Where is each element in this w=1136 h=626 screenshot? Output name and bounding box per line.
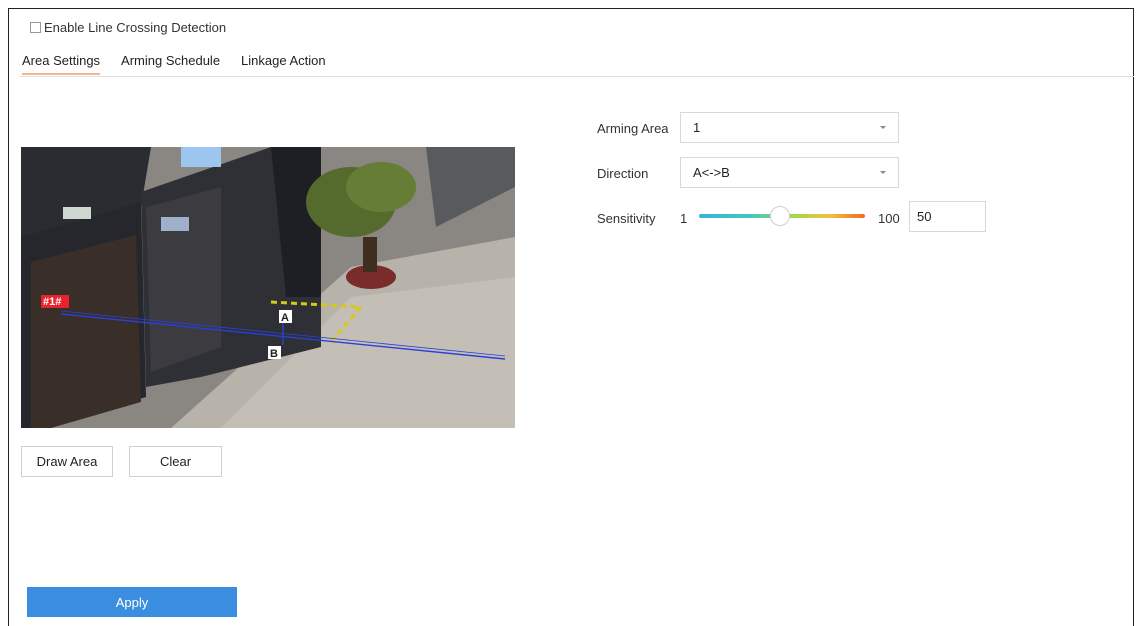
- video-preview[interactable]: #1# A B: [21, 147, 515, 428]
- direction-label: Direction: [597, 166, 649, 181]
- tab-linkage-action[interactable]: Linkage Action: [241, 53, 326, 75]
- apply-button[interactable]: Apply: [27, 587, 237, 617]
- chevron-down-icon: [880, 126, 886, 129]
- sensitivity-max: 100: [878, 211, 900, 226]
- arming-area-select[interactable]: 1: [680, 112, 899, 143]
- sensitivity-slider-thumb[interactable]: [770, 206, 790, 226]
- arming-area-value: 1: [693, 120, 701, 135]
- area-tag-label: #1#: [43, 296, 61, 308]
- clear-button[interactable]: Clear: [129, 446, 222, 477]
- point-b-label: B: [270, 348, 278, 360]
- arming-area-label: Arming Area: [597, 121, 669, 136]
- enable-line-crossing-row[interactable]: Enable Line Crossing Detection: [30, 20, 226, 35]
- tab-bar: Area Settings Arming Schedule Linkage Ac…: [22, 53, 347, 75]
- sensitivity-input[interactable]: [909, 201, 986, 232]
- draw-area-button[interactable]: Draw Area: [21, 446, 113, 477]
- point-a-label: A: [281, 312, 289, 324]
- tab-arming-schedule[interactable]: Arming Schedule: [121, 53, 220, 75]
- tab-divider: [20, 76, 1134, 77]
- enable-line-crossing-label: Enable Line Crossing Detection: [44, 20, 227, 35]
- checkbox-icon[interactable]: [30, 22, 41, 33]
- sensitivity-label: Sensitivity: [597, 211, 656, 226]
- direction-value: A<->B: [693, 165, 730, 180]
- camera-scene: #1# A B: [21, 147, 515, 428]
- direction-select[interactable]: A<->B: [680, 157, 899, 188]
- chevron-down-icon: [880, 171, 886, 174]
- tab-area-settings[interactable]: Area Settings: [22, 53, 101, 75]
- sensitivity-min: 1: [680, 211, 688, 226]
